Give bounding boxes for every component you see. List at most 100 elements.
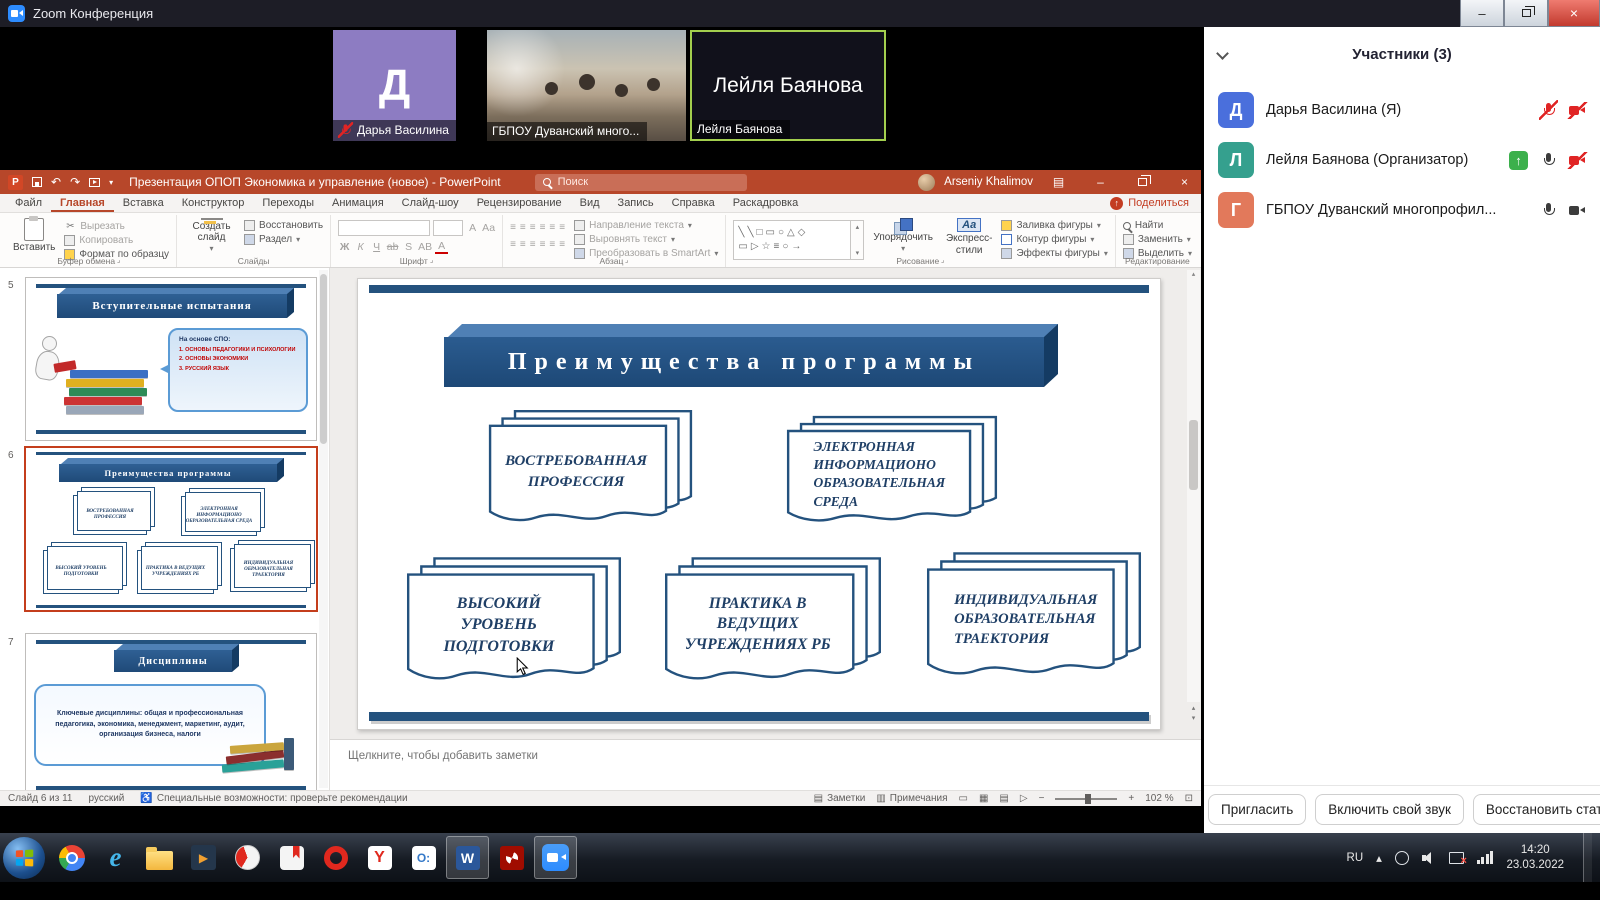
shape-outline-button[interactable]: Контур фигуры▾ [1001,234,1107,245]
search-box[interactable]: Поиск [535,174,747,191]
opera-icon[interactable] [314,836,357,879]
font-size-input[interactable] [433,220,463,236]
zoom-taskbar-icon[interactable] [534,836,577,879]
tab-storyboard[interactable]: Раскадровка [724,195,807,212]
tab-design[interactable]: Конструктор [173,195,254,212]
italic-button[interactable]: К [354,240,367,254]
card-demanded-profession[interactable]: ВОСТРЕБОВАННАЯ ПРОФЕССИЯ [488,409,693,527]
font-name-input[interactable] [338,220,430,236]
chrome-icon[interactable] [50,836,93,879]
card-practice-leading-institutions[interactable]: ПРАКТИКА В ВЕДУЩИХ УЧРЕЖДЕНИЯХ РБ [664,556,882,686]
copy-button[interactable]: Копировать [64,235,169,246]
tab-transitions[interactable]: Переходы [253,195,323,212]
save-icon[interactable] [32,177,42,187]
tab-insert[interactable]: Вставка [114,195,173,212]
yandex-browser-icon[interactable] [226,836,269,879]
volume-icon[interactable] [1422,852,1436,864]
scroll-up-icon[interactable]: ▴ [856,223,860,231]
qat-customize-icon[interactable]: ▾ [109,178,113,187]
ppt-restore-button[interactable] [1126,170,1159,194]
maximize-button[interactable] [1504,0,1548,27]
dialog-launcher-icon[interactable]: › [939,257,947,265]
tab-view[interactable]: Вид [571,195,609,212]
notes-toggle[interactable]: ▤Заметки [814,793,866,804]
yandex-search-icon[interactable]: Y [358,836,401,879]
restore-status-button[interactable]: Восстановить стату [1473,794,1600,825]
document-app-icon[interactable] [270,836,313,879]
tab-home[interactable]: Главная [51,195,114,212]
messenger-app-icon[interactable]: O: [402,836,445,879]
thumbnails-scrollbar[interactable] [319,270,328,788]
tab-slideshow[interactable]: Слайд-шоу [393,195,468,212]
slide-thumbnail-7[interactable]: Дисциплины Ключевые дисциплины: общая и … [25,633,317,790]
comments-toggle[interactable]: ▥Примечания [876,793,947,804]
zoom-slider[interactable] [1055,798,1117,800]
arrange-button[interactable]: Упорядочить ▾ [869,217,937,254]
acrobat-icon[interactable] [490,836,533,879]
tab-help[interactable]: Справка [663,195,724,212]
notes-pane[interactable]: Щелкните, чтобы добавить заметки [330,739,1201,790]
show-desktop-button[interactable] [1583,833,1592,882]
slide-sorter-view-button[interactable]: ▦ [979,793,988,804]
redo-icon[interactable]: ↷ [70,176,80,188]
undo-icon[interactable]: ↶ [51,176,61,188]
scroll-up-icon[interactable]: ▴ [1192,270,1196,278]
paragraph-icons[interactable]: ≡≡≡≡≡≡ ≡≡≡≡≡≡ [510,217,569,254]
new-slide-button[interactable]: Создать слайд ▾ [184,217,239,254]
underline-button[interactable]: Ч [370,240,383,254]
font-color-button[interactable]: А [435,240,448,254]
strikethrough-button[interactable]: ab [386,240,399,254]
video-tile-leyla-active-speaker[interactable]: Лейля Баянова Лейля Баянова [690,30,886,141]
dialog-launcher-icon[interactable]: › [624,257,632,265]
cut-button[interactable]: ✂Вырезать [64,220,169,232]
tab-record[interactable]: Запись [609,195,663,212]
current-slide-canvas[interactable]: Преимущества программы ВОСТРЕБОВАННАЯ ПР… [357,278,1161,730]
fit-slide-button[interactable]: ⊡ [1185,793,1193,804]
quick-styles-button[interactable]: Аа Экспресс- стили [942,217,997,254]
network-error-icon[interactable]: × [1449,852,1464,864]
clock[interactable]: 14:20 23.03.2022 [1506,843,1564,873]
next-slide-button[interactable]: ▾ [1192,714,1196,722]
language-indicator[interactable]: русский [89,793,125,804]
dialog-launcher-icon[interactable]: › [115,257,123,265]
user-name[interactable]: Arseniy Khalimov [944,176,1033,188]
slide-title-banner[interactable]: Преимущества программы [444,337,1044,387]
previous-slide-button[interactable]: ▴ [1192,704,1196,712]
video-tile-college[interactable]: ГБПОУ Дуванский много... [487,30,686,141]
text-direction-button[interactable]: Направление текста▾ [574,220,718,231]
section-button[interactable]: Раздел▾ [244,234,323,245]
accessibility-status[interactable]: ♿ Специальные возможности: проверьте рек… [140,793,407,804]
start-slideshow-icon[interactable] [89,178,100,187]
ppt-close-button[interactable]: × [1168,170,1201,194]
start-button[interactable] [3,837,45,879]
slide-thumbnail-5[interactable]: Вступительные испытания На основе СПО: 1… [25,277,317,441]
align-text-button[interactable]: Выровнять текст▾ [574,234,718,245]
text-shadow-button[interactable]: S [402,240,415,254]
share-button[interactable]: ↑ Поделиться [1110,197,1189,210]
participant-row[interactable]: Л Лейля Баянова (Организатор) ↑ [1204,135,1600,185]
tab-file[interactable]: Файл [6,195,51,212]
card-electronic-environment[interactable]: ЭЛЕКТРОННАЯ ИНФОРМАЦИОНО ОБРАЗОВАТЕЛЬНАЯ… [786,415,998,527]
ribbon-display-options-icon[interactable]: ▤ [1042,170,1075,194]
zoom-in-button[interactable]: + [1128,793,1134,804]
slide-scrollbar[interactable]: ▴ [1187,270,1200,702]
scrollbar-thumb[interactable] [1189,420,1198,490]
action-center-icon[interactable] [1395,851,1409,865]
close-button[interactable]: × [1548,0,1600,27]
minimize-button[interactable]: – [1460,0,1504,27]
card-high-level-training[interactable]: ВЫСОКИЙ УРОВЕНЬ ПОДГОТОВКИ [406,556,622,686]
participant-row[interactable]: Г ГБПОУ Дуванский многопрофил... [1204,185,1600,235]
bold-button[interactable]: Ж [338,240,351,254]
reading-view-button[interactable]: ▤ [999,793,1008,804]
shape-fill-button[interactable]: Заливка фигуры▾ [1001,220,1107,231]
reset-button[interactable]: Восстановить [244,220,323,231]
shape-gallery[interactable]: ╲╲□▭○△◇ ▭▷☆≡○→ [733,220,851,260]
shrink-font-button[interactable]: Аа [482,221,495,235]
paste-button[interactable]: Вставить [9,217,59,254]
grow-font-button[interactable]: А [466,221,479,235]
dialog-launcher-icon[interactable]: › [428,257,436,265]
user-avatar[interactable] [918,174,935,191]
align-buttons-row[interactable]: ≡≡≡≡≡≡ [510,239,569,250]
media-player-icon[interactable]: ▶ [182,836,225,879]
slide-thumbnail-6-selected[interactable]: Преимущества программы ВОСТРЕБОВАННАЯ ПР… [24,446,318,612]
